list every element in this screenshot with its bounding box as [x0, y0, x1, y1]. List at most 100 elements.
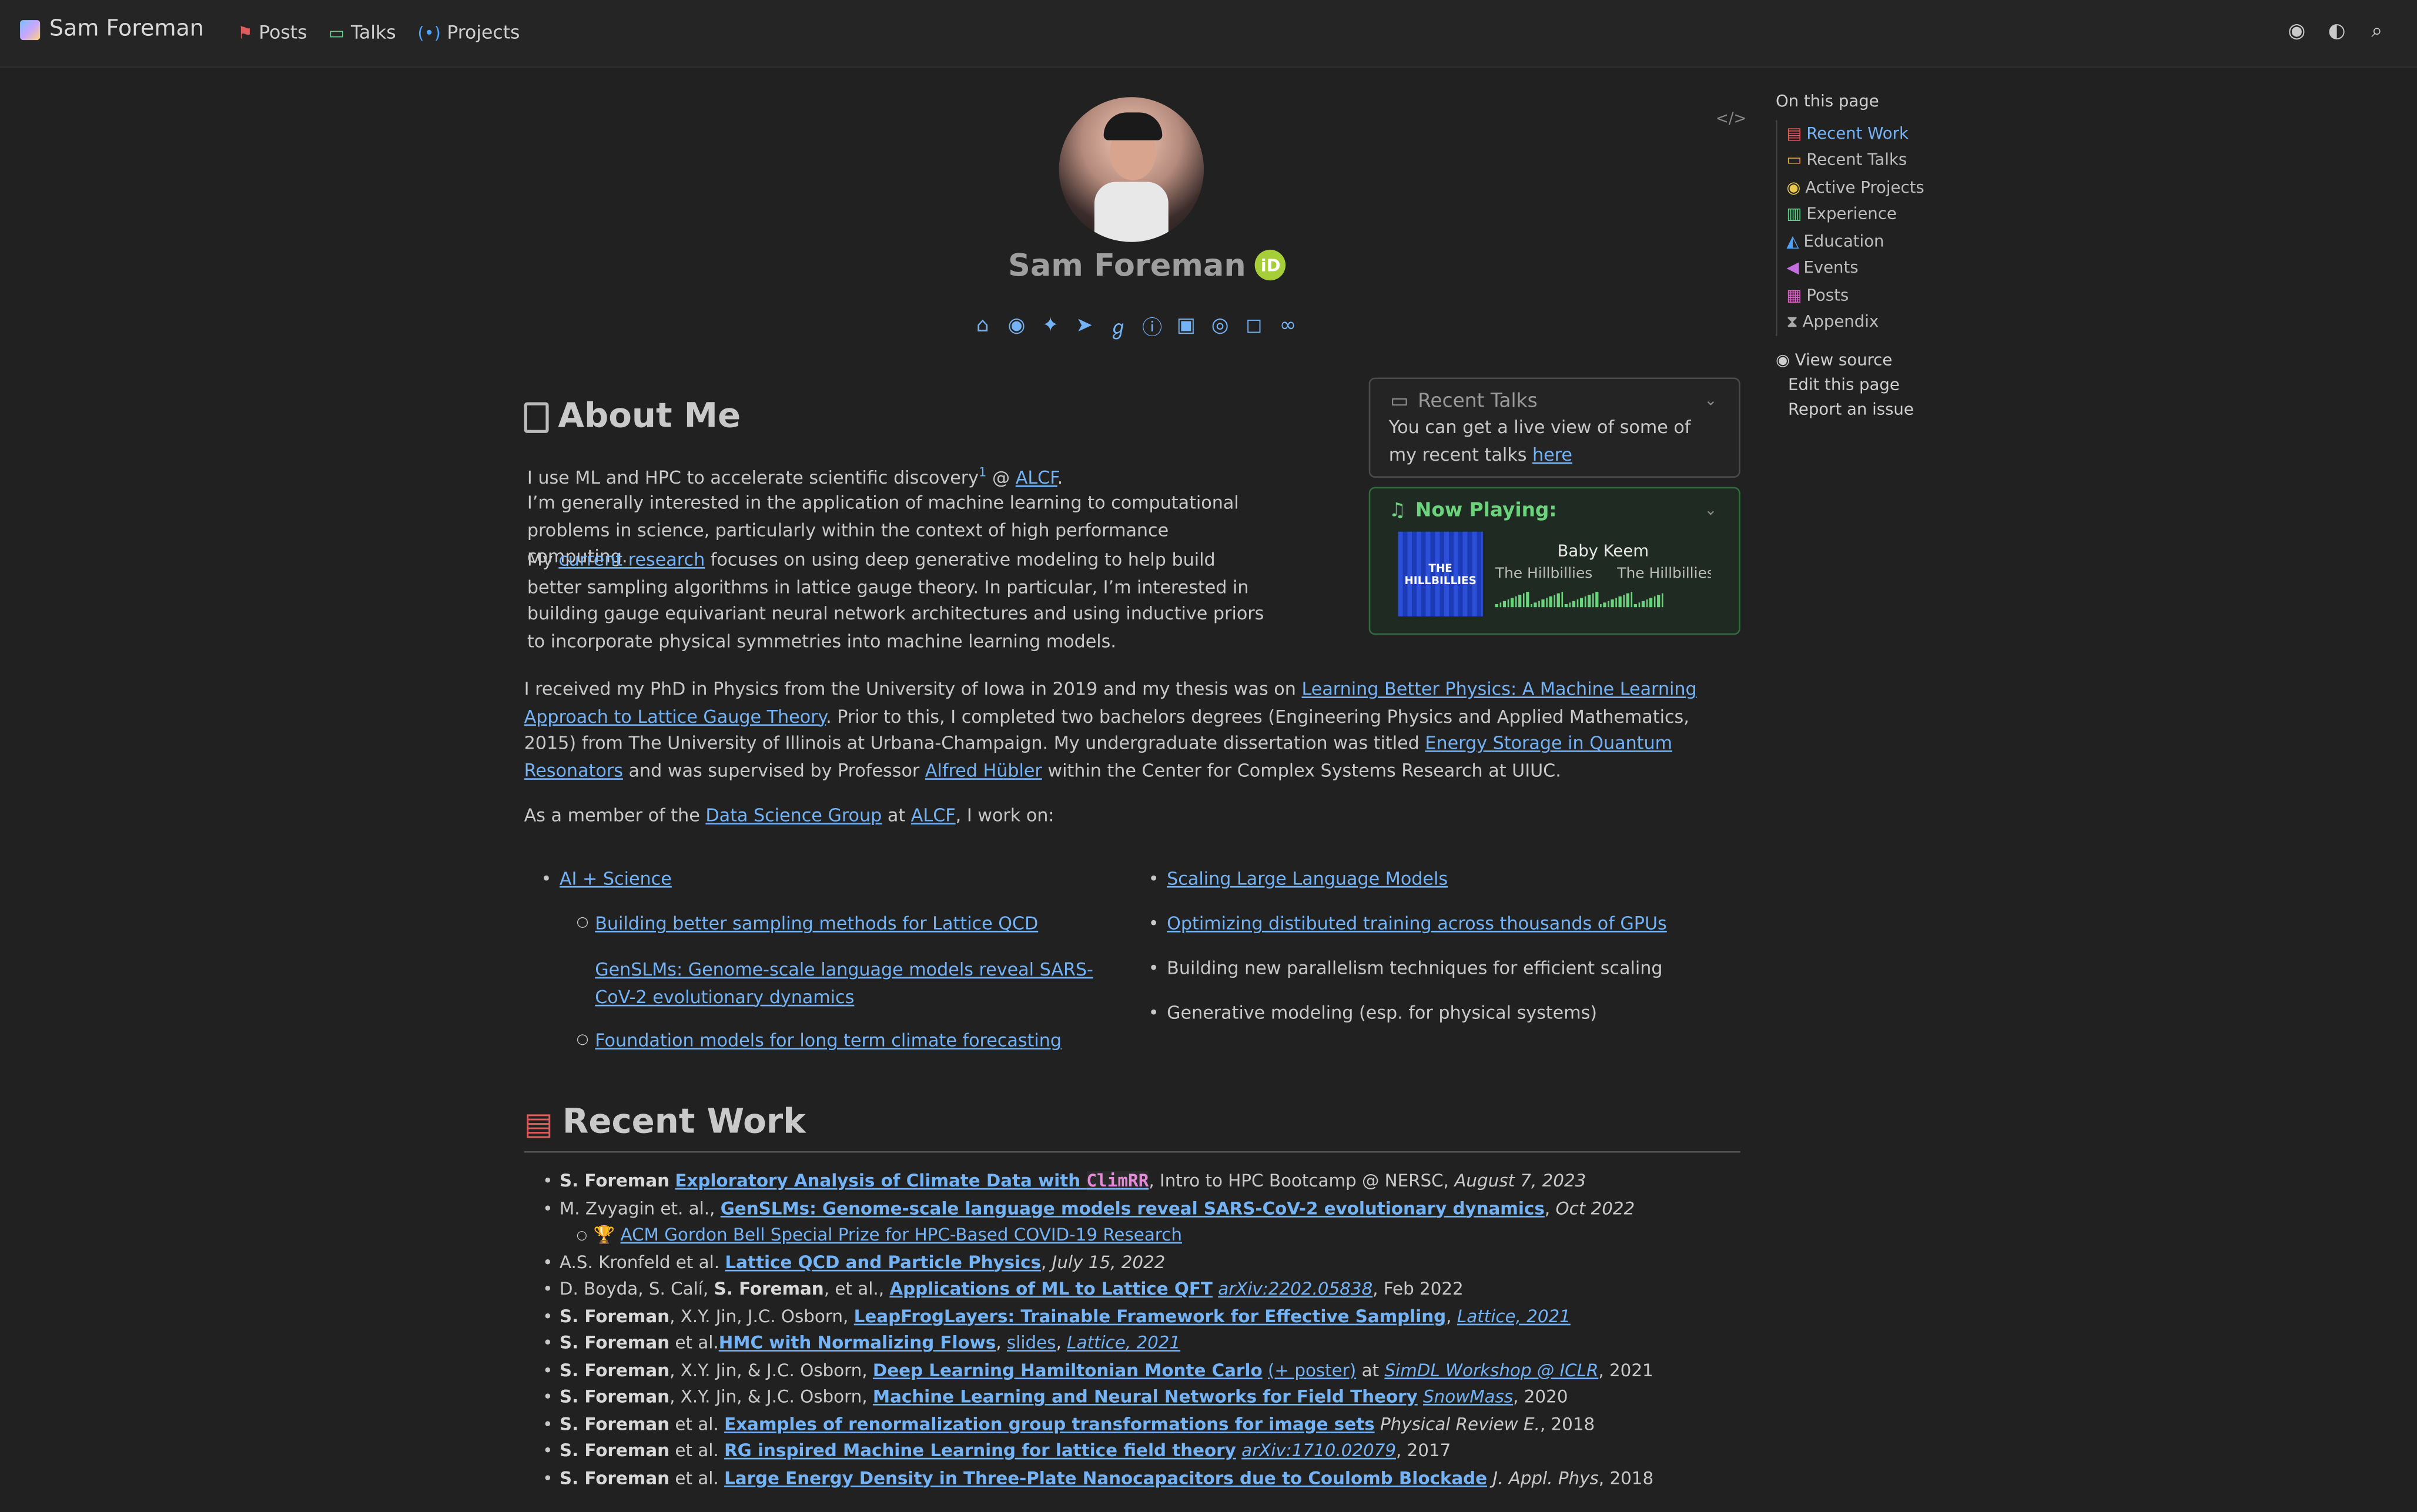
data-science-group-link[interactable]: Data Science Group: [705, 804, 882, 826]
venue-link[interactable]: arXiv:1710.02079: [1241, 1441, 1396, 1461]
toc-item-events[interactable]: ◀ Events: [1786, 255, 1924, 282]
about-p1: I use ML and HPC to accelerate scientifi…: [527, 465, 1063, 488]
track-info: The Hillbillies The Hillbillies: [1495, 565, 1711, 582]
genslm-link[interactable]: GenSLMs: Genome-scale language models re…: [595, 958, 1093, 1007]
recent-talks-title: ▭ Recent Talks: [1390, 388, 1538, 412]
pub-link[interactable]: Deep Learning Hamiltonian Monte Carlo: [873, 1360, 1263, 1380]
toc-actions: ◉ View source Edit this page Report an i…: [1776, 351, 1924, 425]
spotify-player[interactable]: THE HILLBILLIES Baby Keem The Hillbillie…: [1398, 531, 1711, 616]
brand-link[interactable]: Sam Foreman: [20, 17, 204, 42]
social-links: ⌂ ◉ ✦ ➤ ℊ ⓘ ▣ ◎ ◻ ∞: [969, 313, 1301, 341]
orcid-link-icon[interactable]: ⓘ: [1139, 313, 1166, 340]
recent-work-list: S. Foreman Exploratory Analysis of Clima…: [543, 1171, 1653, 1495]
toc-item-active-projects[interactable]: ◉ Active Projects: [1786, 174, 1924, 201]
list-item: ○ Building better sampling methods for La…: [576, 912, 1039, 934]
toc-item-posts[interactable]: ▦ Posts: [1786, 282, 1924, 309]
slides-link[interactable]: slides: [1007, 1333, 1056, 1353]
alcf-link[interactable]: ALCF: [1016, 467, 1057, 488]
toc-label: Recent Work: [1806, 124, 1909, 143]
footnote-ref[interactable]: 1: [979, 465, 986, 480]
poster-link[interactable]: (+ poster): [1268, 1360, 1356, 1380]
report-issue-link[interactable]: Report an issue: [1776, 401, 1924, 425]
code-toggle-icon[interactable]: </>: [1716, 111, 1747, 128]
chevron-down-icon[interactable]: ⌄: [1704, 502, 1717, 519]
recent-talks-callout[interactable]: ▭ Recent Talks ⌄ You can get a live view…: [1368, 377, 1740, 478]
pub-link[interactable]: Machine Learning and Neural Networks for…: [873, 1387, 1418, 1407]
google-scholar-icon[interactable]: ℊ: [1105, 313, 1131, 340]
profile-name: Sam Foreman: [1008, 246, 1246, 284]
theme-toggle-icon[interactable]: ◐: [2325, 18, 2349, 43]
venue-link[interactable]: SnowMass: [1423, 1387, 1513, 1407]
page: Sam Foreman ⚑ Posts ▭ Talks (•) Projects…: [0, 0, 2417, 1511]
pub-link[interactable]: Examples of renormalization group transf…: [724, 1414, 1375, 1434]
current-research-link[interactable]: current research: [558, 549, 705, 571]
pub-link[interactable]: Large Energy Density in Three-Plate Nano…: [724, 1468, 1487, 1488]
climate-link[interactable]: Foundation models for long term climate …: [595, 1030, 1062, 1051]
navbar: Sam Foreman ⚑ Posts ▭ Talks (•) Projects…: [0, 0, 2417, 68]
now-playing-title: ♫ Now Playing:: [1388, 498, 1557, 521]
list-item: S. Foreman et al. RG inspired Machine Le…: [543, 1441, 1653, 1468]
lastfm-icon[interactable]: ∞: [1275, 313, 1301, 339]
list-item: S. Foreman, X.Y. Jin, J.C. Osborn, LeapF…: [543, 1306, 1653, 1333]
edit-page-link[interactable]: Edit this page: [1776, 376, 1924, 401]
alcf-link[interactable]: ALCF: [911, 804, 956, 826]
list-item: M. Zvyagin et. al., GenSLMs: Genome-scal…: [543, 1198, 1653, 1225]
table-of-contents: On this page ▤ Recent Work ▭ Recent Talks …: [1776, 92, 1924, 425]
home-icon[interactable]: ⌂: [969, 313, 996, 339]
brand-name: Sam Foreman: [49, 16, 204, 42]
hourglass-icon: ⧗: [1786, 312, 1798, 331]
hubler-link[interactable]: Alfred Hübler: [925, 759, 1042, 781]
artist-name: Baby Keem: [1557, 542, 1649, 561]
toc-item-appendix[interactable]: ⧗ Appendix: [1786, 309, 1924, 336]
ai-science-link[interactable]: AI + Science: [560, 867, 672, 889]
pub-link[interactable]: HMC with Normalizing Flows: [719, 1333, 996, 1353]
nav-links: ⚑ Posts ▭ Talks (•) Projects: [237, 22, 520, 43]
spotify-icon[interactable]: ◎: [1207, 313, 1233, 339]
llm-link[interactable]: Scaling Large Language Models: [1167, 867, 1448, 889]
list-item: S. Foreman et al. Large Energy Density i…: [543, 1468, 1653, 1495]
toc-item-experience[interactable]: ▥ Experience: [1786, 201, 1924, 228]
pub-link[interactable]: Lattice QCD and Particle Physics: [725, 1252, 1041, 1272]
posts-icon: ▦: [1786, 286, 1802, 305]
pub-link[interactable]: GenSLMs: Genome-scale language models re…: [721, 1198, 1545, 1218]
toc-label: Recent Talks: [1806, 151, 1907, 170]
award-link[interactable]: ACM Gordon Bell Special Prize for HPC-Ba…: [621, 1225, 1182, 1245]
search-icon[interactable]: ⌕: [2365, 18, 2389, 43]
now-playing-callout[interactable]: ♫ Now Playing: ⌄ THE HILLBILLIES Baby Ke…: [1368, 487, 1740, 635]
venue-link[interactable]: Lattice, 2021: [1067, 1333, 1180, 1353]
nav-talks-label: Talks: [350, 21, 396, 43]
github-icon: ◉: [1776, 351, 1795, 370]
pub-link[interactable]: LeapFrogLayers: Trainable Framework for …: [854, 1306, 1446, 1326]
toc-item-education[interactable]: ◭ Education: [1786, 228, 1924, 255]
pub-link[interactable]: Exploratory Analysis of Climate Data wit…: [675, 1171, 1149, 1192]
venue-link[interactable]: Lattice, 2021: [1457, 1306, 1571, 1326]
toc-item-recent-talks[interactable]: ▭ Recent Talks: [1786, 147, 1924, 174]
building-icon: ▥: [1786, 205, 1802, 224]
view-source-link[interactable]: ◉ View source: [1776, 351, 1924, 376]
toc-label: Appendix: [1802, 313, 1879, 332]
pub-link[interactable]: RG inspired Machine Learning for lattice…: [724, 1441, 1236, 1461]
chevron-down-icon[interactable]: ⌄: [1704, 393, 1717, 410]
newspaper-icon: ▤: [524, 1104, 554, 1141]
linkedin-icon[interactable]: ▣: [1173, 313, 1200, 339]
instagram-icon[interactable]: ◻: [1241, 313, 1267, 339]
avatar: [1059, 97, 1204, 242]
toc-item-recent-work[interactable]: ▤ Recent Work: [1786, 120, 1924, 147]
nav-posts[interactable]: ⚑ Posts: [237, 22, 307, 43]
twitter-icon[interactable]: ✦: [1037, 313, 1064, 339]
about-p3: My current research focuses on using dee…: [527, 548, 1264, 651]
telegram-icon[interactable]: ➤: [1072, 313, 1098, 339]
github-icon[interactable]: ◉: [2284, 18, 2309, 43]
nav-projects[interactable]: (•) Projects: [417, 22, 520, 43]
pub-link[interactable]: Applications of ML to Lattice QFT: [889, 1279, 1213, 1299]
distributed-training-link[interactable]: Optimizing distibuted training across th…: [1167, 912, 1667, 934]
recent-talks-link[interactable]: here: [1532, 443, 1572, 465]
github-icon[interactable]: ◉: [1003, 313, 1030, 339]
venue-link[interactable]: arXiv:2202.05838: [1218, 1279, 1372, 1299]
nav-projects-label: Projects: [447, 21, 520, 43]
nav-talks[interactable]: ▭ Talks: [329, 22, 396, 43]
list-item: S. Foreman, X.Y. Jin, & J.C. Osborn, Mac…: [543, 1387, 1653, 1414]
orcid-icon[interactable]: iD: [1255, 249, 1286, 281]
lattice-qcd-link[interactable]: Building better sampling methods for Lat…: [595, 912, 1038, 934]
venue-link[interactable]: SimDL Workshop @ ICLR: [1384, 1360, 1598, 1380]
